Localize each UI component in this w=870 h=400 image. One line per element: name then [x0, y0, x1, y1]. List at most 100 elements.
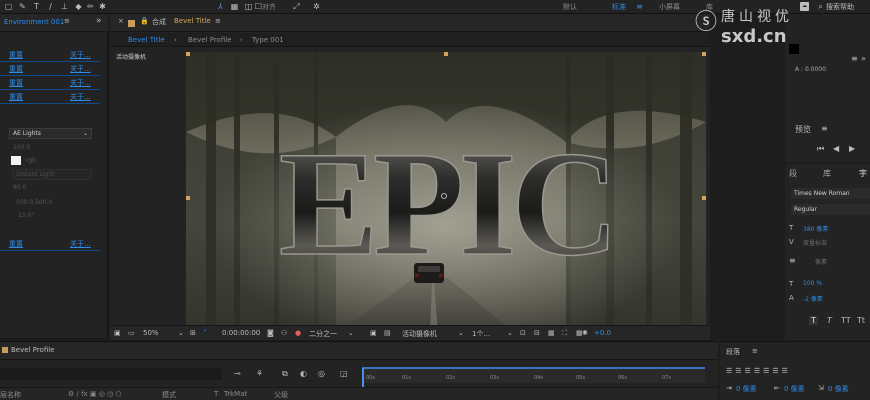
- layer-name-header[interactable]: 层名称: [0, 390, 21, 400]
- lights-dropdown[interactable]: AE Lights ⌄: [9, 128, 92, 139]
- flowchart-icon[interactable]: ⛶: [562, 329, 567, 338]
- about-link[interactable]: 关于...: [70, 239, 91, 249]
- alignment-buttons-icon[interactable]: ☰☰☰☰☰☰☰: [726, 367, 791, 375]
- reset-link[interactable]: 重置: [9, 64, 23, 74]
- reset-link[interactable]: 重置: [9, 92, 23, 102]
- resolution-fit-icon[interactable]: ⊞: [190, 329, 196, 337]
- mode-header[interactable]: 模式: [162, 390, 176, 400]
- bbox-handle[interactable]: [702, 52, 706, 56]
- workspace-small-screen[interactable]: 小屏幕: [659, 2, 680, 12]
- breadcrumb-bevel-title[interactable]: Bevel Title: [128, 36, 165, 44]
- zoom-dropdown[interactable]: 50%: [143, 329, 159, 337]
- breadcrumb-type[interactable]: Type 001: [252, 36, 284, 44]
- bbox-handle[interactable]: [186, 52, 190, 56]
- clone-stamp-tool-icon[interactable]: ⊥: [60, 2, 69, 11]
- frame-blending-icon[interactable]: ⧉: [282, 369, 288, 379]
- eraser-tool-icon[interactable]: ◆: [74, 2, 83, 11]
- pen-tool-icon[interactable]: ✎: [18, 2, 27, 11]
- close-icon[interactable]: ×: [118, 17, 124, 25]
- reset-link[interactable]: 重置: [9, 50, 23, 60]
- camera-snapshot-icon[interactable]: ◙: [267, 329, 274, 337]
- panel-overflow-icon[interactable]: »: [861, 54, 866, 63]
- light-color-swatch[interactable]: [11, 156, 21, 165]
- time-ruler[interactable]: 00s 01s 02s 03s 04s 05s 06s 07s: [362, 369, 705, 383]
- composition-viewer[interactable]: EPIC: [186, 52, 706, 334]
- axis-world-icon[interactable]: ▦: [230, 2, 239, 11]
- bbox-handle[interactable]: [702, 196, 706, 200]
- breadcrumb-bevel-profile[interactable]: Bevel Profile: [188, 36, 232, 44]
- parent-header[interactable]: 父级: [274, 390, 288, 400]
- region-icon[interactable]: ⌜: [204, 329, 207, 337]
- fast-preview-icon[interactable]: ▦: [548, 329, 555, 337]
- tracking-value[interactable]: 度量标准: [803, 238, 827, 247]
- breadcrumb-bevel-title[interactable]: [118, 36, 120, 44]
- panel-menu-icon[interactable]: ≡: [64, 17, 70, 25]
- trkmat-header[interactable]: TrkMat: [224, 390, 247, 398]
- motion-blur-icon[interactable]: ◐: [300, 369, 307, 378]
- reset-link[interactable]: 重置: [9, 239, 23, 249]
- small-caps-button[interactable]: Tt: [857, 316, 865, 325]
- camera-dropdown[interactable]: 活动摄像机: [402, 329, 437, 339]
- snap-feather-icon[interactable]: ✲: [312, 2, 321, 11]
- timecode-display[interactable]: 0:00:00:00: [222, 329, 260, 337]
- baseline-shift-value[interactable]: -2 像素: [803, 294, 823, 303]
- workspace-default[interactable]: 默认: [563, 2, 577, 12]
- resolution-dropdown[interactable]: 二分之一: [309, 329, 337, 339]
- font-style-dropdown[interactable]: Regular: [791, 204, 870, 215]
- axis-local-icon[interactable]: ⅄: [216, 2, 225, 11]
- panel-menu-icon[interactable]: ≡: [752, 347, 758, 355]
- epic-3d-text[interactable]: EPIC: [278, 120, 620, 288]
- selection-tool-icon[interactable]: ▢: [4, 2, 13, 11]
- roto-brush-tool-icon[interactable]: ✏: [86, 2, 95, 11]
- timeline-tab[interactable]: Bevel Profile: [0, 342, 718, 360]
- 3d-view-icon[interactable]: ⊡: [520, 329, 526, 337]
- layer-search-input[interactable]: [0, 368, 222, 380]
- composition-tab[interactable]: × 🔒 合成 Bevel Title ≡: [110, 14, 710, 32]
- bbox-handle[interactable]: [444, 52, 448, 56]
- transparency-grid-icon[interactable]: ▤: [384, 329, 391, 337]
- panel-overflow-icon[interactable]: »: [96, 16, 102, 26]
- about-link[interactable]: 关于...: [70, 64, 91, 74]
- faux-bold-button[interactable]: T: [809, 316, 818, 325]
- brush-tool-icon[interactable]: ∕: [46, 2, 55, 11]
- indent-left-value[interactable]: 0 像素: [736, 384, 757, 394]
- puppet-tool-icon[interactable]: ✱: [98, 2, 107, 11]
- toggle-pixel-aspect-icon[interactable]: ⊟: [534, 329, 540, 337]
- workspace-menu-icon[interactable]: ≡: [635, 2, 644, 11]
- about-link[interactable]: 关于...: [70, 92, 91, 102]
- first-frame-icon[interactable]: ⏮: [817, 144, 824, 154]
- monitor-icon[interactable]: ▭: [128, 329, 135, 337]
- about-link[interactable]: 关于...: [70, 78, 91, 88]
- exposure-icon[interactable]: ✺: [582, 329, 588, 337]
- color-channels-icon[interactable]: ●: [295, 329, 301, 337]
- axis-view-icon[interactable]: ◫: [244, 2, 253, 11]
- views-dropdown[interactable]: 1个...: [472, 329, 490, 339]
- panel-menu-icon[interactable]: ≡: [215, 17, 221, 25]
- tab-paragraph[interactable]: 段: [789, 168, 797, 179]
- indent-first-value[interactable]: 0 像素: [828, 384, 849, 394]
- vertical-scale-value[interactable]: 100 %: [803, 280, 822, 287]
- lock-icon[interactable]: 🔒: [140, 17, 149, 25]
- font-family-dropdown[interactable]: Times New Roman: [791, 188, 870, 199]
- always-preview-icon[interactable]: ▣: [114, 329, 121, 337]
- graph-editor-icon[interactable]: ◎: [318, 369, 325, 378]
- show-snapshot-icon[interactable]: ⚇: [281, 329, 287, 337]
- faux-italic-button[interactable]: T: [827, 316, 832, 325]
- roi-icon[interactable]: ▣: [370, 329, 377, 337]
- reset-link[interactable]: 重置: [9, 78, 23, 88]
- exposure-value[interactable]: +0.0: [594, 329, 611, 337]
- tab-character[interactable]: 字: [859, 168, 867, 179]
- play-icon[interactable]: ▶: [849, 144, 855, 153]
- indent-right-value[interactable]: 0 像素: [784, 384, 805, 394]
- panel-menu-icon[interactable]: ≡: [851, 54, 858, 63]
- leading-unit[interactable]: 像素: [815, 257, 827, 266]
- type-tool-icon[interactable]: T: [32, 2, 41, 11]
- bbox-handle[interactable]: [186, 196, 190, 200]
- font-size-value[interactable]: 380 像素: [803, 224, 828, 233]
- all-caps-button[interactable]: TT: [841, 316, 851, 325]
- effect-controls-tab[interactable]: Environment 001 ≡ »: [0, 14, 108, 32]
- draft-3d-icon[interactable]: ⊸: [234, 369, 241, 378]
- timeline-zoom-icon[interactable]: ◲: [340, 369, 348, 378]
- workspace-standard[interactable]: 标准: [612, 2, 626, 12]
- shy-layers-icon[interactable]: ⚘: [256, 369, 263, 378]
